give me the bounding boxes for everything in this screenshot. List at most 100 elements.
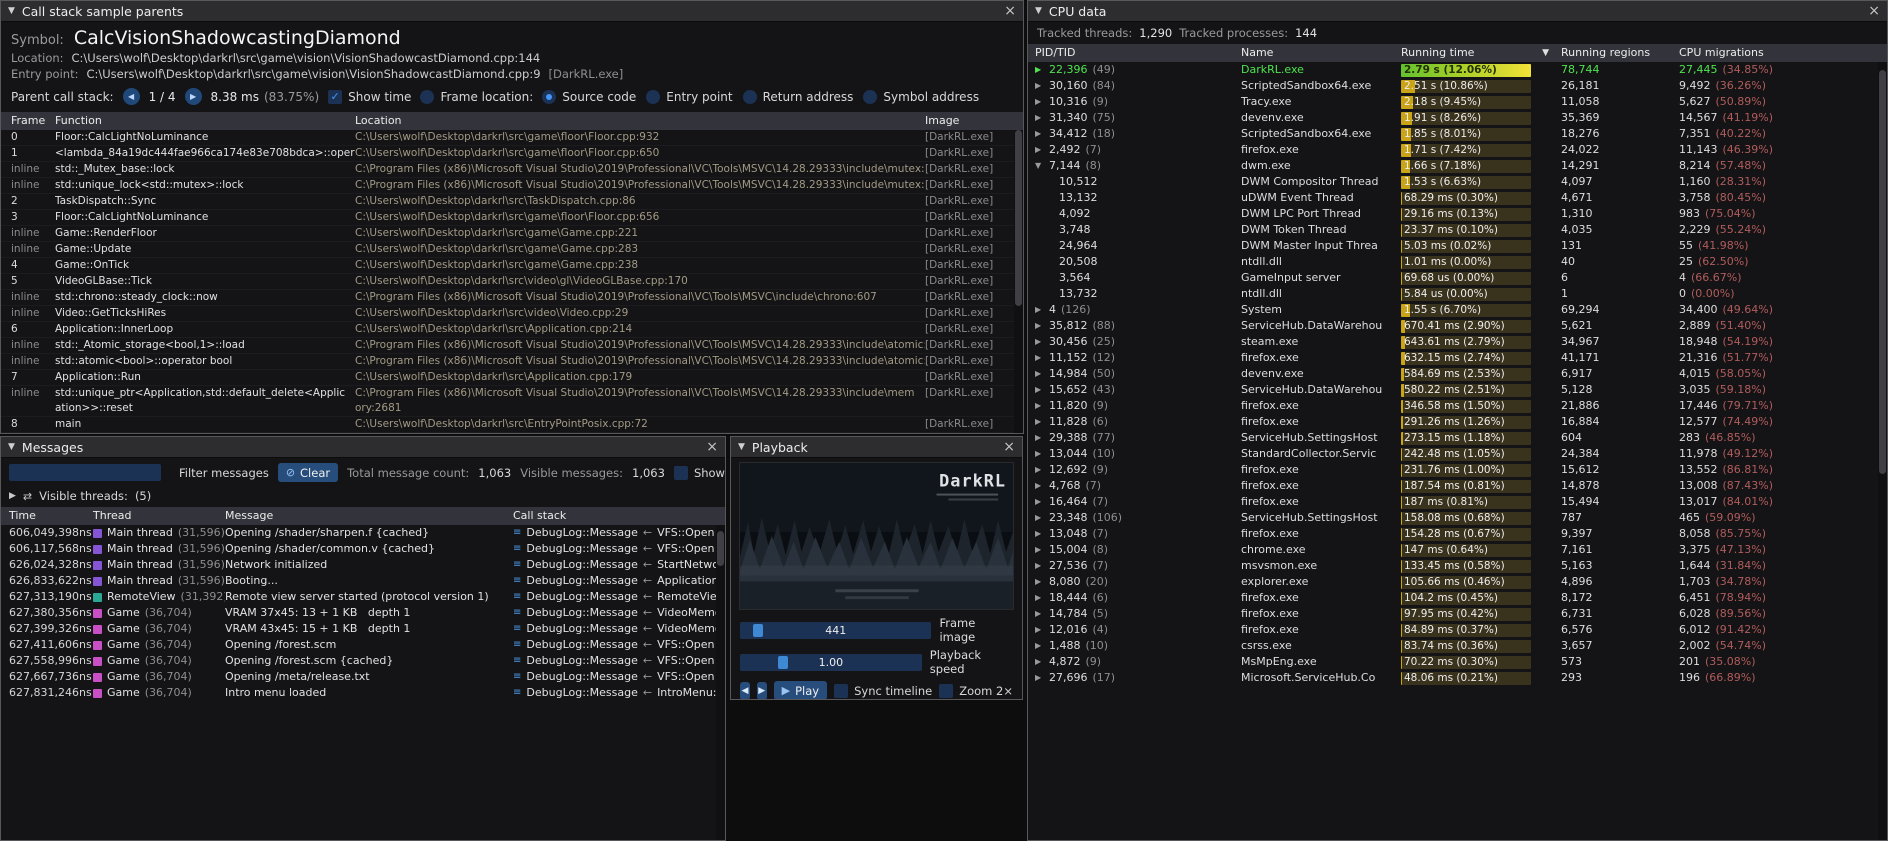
close-icon[interactable]: × [706,440,718,454]
column-pid-tid[interactable]: PID/TID [1035,44,1241,62]
collapse-arrow-icon[interactable]: ▼ [1035,158,1044,174]
expand-arrow-icon[interactable]: ▶ [1035,526,1044,542]
sync-timeline-checkbox[interactable]: Sync timeline [834,684,932,698]
cpu-process-row[interactable]: ▶13,048(7)firefox.exe154.28 ms (0.67%)9,… [1028,526,1887,542]
cpu-process-row[interactable]: ▶11,820(9)firefox.exe346.58 ms (1.50%)21… [1028,398,1887,414]
expand-arrow-icon[interactable]: ▶ [1035,382,1044,398]
cpu-process-row[interactable]: ▶22,396(49)DarkRL.exe2.79 s (12.06%)78,7… [1028,62,1887,78]
collapse-icon[interactable]: ▼ [1035,6,1042,16]
cpu-process-row[interactable]: ▶12,016(4)firefox.exe84.89 ms (0.37%)6,5… [1028,622,1887,638]
cpu-process-row[interactable]: ▶16,464(7)firefox.exe187 ms (0.81%)15,49… [1028,494,1887,510]
expand-arrow-icon[interactable]: ▶ [1035,110,1044,126]
cpu-process-row[interactable]: ▶1,488(10)csrss.exe83.74 ms (0.36%)3,657… [1028,638,1887,654]
cpu-process-row[interactable]: ▶29,388(77)ServiceHub.SettingsHost273.15… [1028,430,1887,446]
message-row[interactable]: 627,313,190nsRemoteView(31,392)Remote vi… [1,589,725,605]
collapse-icon[interactable]: ▼ [8,6,15,16]
expand-arrow-icon[interactable]: ▶ [1035,510,1044,526]
message-row[interactable]: 606,117,568nsMain thread(31,596)Opening … [1,541,725,557]
expand-arrow-icon[interactable]: ▶ [1035,606,1044,622]
scrollbar-thumb[interactable] [1015,130,1022,306]
cpu-process-row[interactable]: ▶23,348(106)ServiceHub.SettingsHost158.0… [1028,510,1887,526]
expand-arrow-icon[interactable]: ▶ [1035,318,1044,334]
cpu-process-row[interactable]: ▶13,044(10)StandardCollector.Servic242.4… [1028,446,1887,462]
expand-arrow-icon[interactable]: ▶ [1035,446,1044,462]
next-parent-button[interactable]: ▶ [185,88,202,105]
expand-arrow-icon[interactable]: ▶ [1035,302,1044,318]
cpu-process-row[interactable]: ▶31,340(75)devenv.exe1.91 s (8.26%)35,36… [1028,110,1887,126]
cpu-process-row[interactable]: ▶14,984(50)devenv.exe584.69 ms (2.53%)6,… [1028,366,1887,382]
cpu-process-row[interactable]: ▶15,652(43)ServiceHub.DataWarehou580.22 … [1028,382,1887,398]
callstack-frame-row[interactable]: inlineGame::RenderFloorC:\Users\wolf\Des… [1,226,1023,242]
zoom-2x-checkbox[interactable]: Zoom 2× [939,684,1013,698]
expand-arrow-icon[interactable]: ▶ [1035,94,1044,110]
callstack-frame-row[interactable]: inlineGame::UpdateC:\Users\wolf\Desktop\… [1,242,1023,258]
expand-arrow-icon[interactable]: ▶ [1035,542,1044,558]
cpu-thread-row[interactable]: 20,508ntdll.dll1.01 ms (0.00%)4025(62.50… [1028,254,1887,270]
cpu-process-row[interactable]: ▶8,080(20)explorer.exe105.66 ms (0.46%)4… [1028,574,1887,590]
cpu-process-row[interactable]: ▶14,784(5)firefox.exe97.95 ms (0.42%)6,7… [1028,606,1887,622]
expand-arrow-icon[interactable]: ▶ [1035,638,1044,654]
cpu-process-row[interactable]: ▶15,004(8)chrome.exe147 ms (0.64%)7,1613… [1028,542,1887,558]
expand-arrow-icon[interactable]: ▶ [1035,430,1044,446]
expand-arrow-icon[interactable]: ▶ [1035,462,1044,478]
message-row[interactable]: 627,667,736nsGame(36,704)Opening /meta/r… [1,669,725,685]
cpu-process-row[interactable]: ▶30,160(84)ScriptedSandbox64.exe2.51 s (… [1028,78,1887,94]
expand-arrow-icon[interactable]: ▶ [1035,62,1044,78]
cpu-process-row[interactable]: ▶30,456(25)steam.exe643.61 ms (2.79%)34,… [1028,334,1887,350]
message-callstack[interactable]: ≡DebugLog::Message←VFS::Open [513,525,725,541]
message-callstack[interactable]: ≡DebugLog::Message←RemoteViev [513,589,725,605]
cpu-thread-row[interactable]: 3,748DWM Token Thread23.37 ms (0.10%)4,0… [1028,222,1887,238]
expand-arrow-icon[interactable]: ▶ [1035,654,1044,670]
cpu-process-row[interactable]: ▶35,812(88)ServiceHub.DataWarehou670.41 … [1028,318,1887,334]
scrollbar-thumb[interactable] [1879,70,1886,475]
callstack-frame-row[interactable]: inlinestd::_Mutex_base::lockC:\Program F… [1,162,1023,178]
message-row[interactable]: 627,380,356nsGame(36,704)VRAM 37x45: 13 … [1,605,725,621]
cpu-process-row[interactable]: ▶27,696(17)Microsoft.ServiceHub.Co48.06 … [1028,670,1887,686]
expand-arrow-icon[interactable]: ▶ [1035,494,1044,510]
callstack-frame-row[interactable]: inlineVideo::GetTicksHiResC:\Users\wolf\… [1,306,1023,322]
callstack-frame-row[interactable]: inlinestd::unique_lock<std::mutex>::lock… [1,178,1023,194]
cpu-thread-row[interactable]: 10,512DWM Compositor Thread1.53 s (6.63%… [1028,174,1887,190]
expand-arrow-icon[interactable]: ▶ [1035,398,1044,414]
callstack-frame-row[interactable]: inlinestd::chrono::steady_clock::nowC:\P… [1,290,1023,306]
callstack-frame-row[interactable]: 2TaskDispatch::SyncC:\Users\wolf\Desktop… [1,194,1023,210]
prev-parent-button[interactable]: ◀ [123,88,140,105]
message-callstack[interactable]: ≡DebugLog::Message←Application: [513,573,725,589]
column-name[interactable]: Name [1241,44,1401,62]
message-callstack[interactable]: ≡DebugLog::Message←StartNetwo [513,557,725,573]
message-row[interactable]: 606,049,398nsMain thread(31,596)Opening … [1,525,725,541]
collapse-icon[interactable]: ▼ [8,442,15,452]
expand-arrow-icon[interactable]: ▶ [1035,334,1044,350]
cpu-process-row[interactable]: ▶12,692(9)firefox.exe231.76 ms (1.00%)15… [1028,462,1887,478]
column-running-regions[interactable]: Running regions [1561,44,1679,62]
clear-button[interactable]: ⊘ Clear [278,463,338,482]
expand-arrow-icon[interactable]: ▶ [9,491,16,501]
cpu-process-row[interactable]: ▶18,444(6)firefox.exe104.2 ms (0.45%)8,1… [1028,590,1887,606]
message-callstack[interactable]: ≡DebugLog::Message←VideoMemo [513,621,725,637]
expand-arrow-icon[interactable]: ▶ [1035,558,1044,574]
expand-arrow-icon[interactable]: ▶ [1035,590,1044,606]
expand-arrow-icon[interactable]: ▶ [1035,622,1044,638]
callstack-scrollbar[interactable] [1014,130,1023,433]
expand-arrow-icon[interactable]: ▶ [1035,78,1044,94]
prev-frame-button[interactable]: ◀ [740,682,750,700]
callstack-frame-row[interactable]: inlinestd::_Atomic_storage<bool,1>::load… [1,338,1023,354]
callstack-frame-row[interactable]: 6Application::InnerLoopC:\Users\wolf\Des… [1,322,1023,338]
filter-input[interactable] [9,464,161,481]
callstack-frame-row[interactable]: inlinestd::atomic<bool>::operator boolC:… [1,354,1023,370]
message-row[interactable]: 627,831,246nsGame(36,704)Intro menu load… [1,685,725,701]
radio-return-address[interactable]: Return address [743,90,854,104]
show-time-checkbox[interactable]: Show time [328,90,411,104]
expand-arrow-icon[interactable]: ▶ [1035,126,1044,142]
radio-symbol-address[interactable]: Symbol address [863,90,979,104]
cpu-thread-row[interactable]: 3,564GameInput server69.68 us (0.00%)64(… [1028,270,1887,286]
expand-arrow-icon[interactable]: ▶ [1035,414,1044,430]
cpu-process-row[interactable]: ▶11,152(12)firefox.exe632.15 ms (2.74%)4… [1028,350,1887,366]
cpu-process-row[interactable]: ▼7,144(8)dwm.exe1.66 s (7.18%)14,2918,21… [1028,158,1887,174]
callstack-frame-row[interactable]: inlinestd::unique_ptr<Application,std::d… [1,386,1023,417]
messages-scrollbar[interactable] [716,525,725,840]
scrollbar-thumb[interactable] [717,531,724,566]
column-cpu-migrations[interactable]: CPU migrations [1679,44,1887,62]
collapse-icon[interactable]: ▼ [738,442,745,452]
callstack-frame-row[interactable]: 1<lambda_84a19dc444fae966ca174e83e708bdc… [1,146,1023,162]
